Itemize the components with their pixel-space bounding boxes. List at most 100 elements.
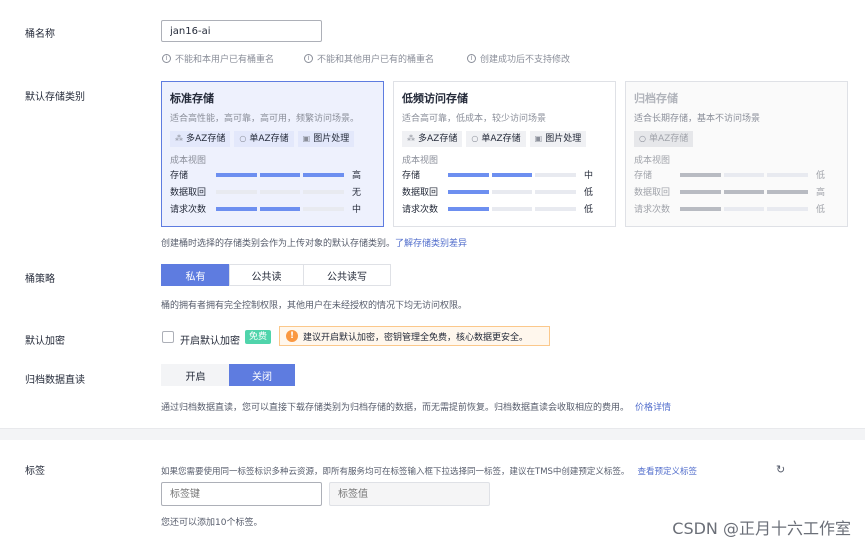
cost-bar-segment — [680, 206, 721, 211]
cost-name: 数据取回 — [634, 188, 671, 198]
cost-bar-segment — [448, 206, 489, 211]
cost-level: 低 — [584, 188, 594, 198]
cost-bar-segment — [680, 189, 721, 194]
cost-name: 请求次数 — [634, 205, 671, 215]
cost-bar-segment — [216, 206, 257, 211]
storage-card-infrequent[interactable]: 低频访问存储 适合高可靠，低成本，较少访问场景 ⁂ 多AZ存储 ○ 单AZ存储 ▣ 图… — [393, 81, 616, 227]
tags-note: 如果您需要使用同一标签标识多种云资源，即所有服务均可在标签输入框下拉选择同一标签… — [161, 467, 697, 477]
storage-class-label: 默认存储类别 — [25, 92, 85, 103]
cost-view-title: 成本视图 — [634, 156, 671, 166]
tag-key-input[interactable] — [161, 482, 322, 506]
cost-level: 低 — [584, 205, 594, 215]
cost-bars — [680, 206, 809, 211]
card-desc: 适合长期存储，基本不访问场景 — [634, 114, 761, 124]
cost-view-title: 成本视图 — [170, 156, 207, 166]
cost-name: 存储 — [170, 171, 189, 181]
cost-bar-segment — [491, 172, 533, 177]
cost-bar-segment — [723, 206, 765, 211]
cost-bar-segment — [535, 172, 577, 177]
tag-image-processing: ▣ 图片处理 — [297, 131, 355, 147]
archive-direct-segmented: 开启 关闭 — [161, 364, 295, 386]
archive-direct-on-button[interactable]: 开启 — [161, 364, 230, 386]
cost-bar-segment — [680, 172, 721, 177]
image-icon: ▣ — [534, 134, 543, 143]
cost-bar-segment — [448, 172, 489, 177]
tag-single-az: ○ 单AZ存储 — [234, 131, 294, 147]
cost-bars — [680, 172, 809, 177]
cost-name: 请求次数 — [402, 205, 439, 215]
multi-az-icon: ⁂ — [175, 134, 183, 143]
archive-direct-label: 归档数据直读 — [25, 375, 85, 386]
refresh-icon[interactable]: ↻ — [776, 463, 785, 476]
card-title: 标准存储 — [170, 92, 214, 105]
archive-direct-note: 通过归档数据直读，您可以直接下载存储类别为归档存储的数据，而无需提前恢复。归档数… — [161, 403, 672, 413]
card-desc: 适合高可靠，低成本，较少访问场景 — [402, 114, 547, 124]
cost-bars — [448, 206, 577, 211]
tag-image-processing: ▣ 图片处理 — [529, 131, 587, 147]
cost-bar-segment — [259, 189, 301, 194]
cost-bars — [448, 189, 577, 194]
policy-label: 桶策略 — [25, 274, 55, 285]
encryption-checkbox[interactable] — [162, 331, 174, 343]
policy-public-read-write-button[interactable]: 公共读写 — [303, 264, 391, 286]
encryption-label: 默认加密 — [25, 336, 65, 347]
cost-bar-segment — [216, 189, 257, 194]
tag-multi-az: ⁂ 多AZ存储 — [402, 131, 463, 147]
cost-row: 存储 中 — [402, 166, 607, 183]
cost-bar-segment — [303, 172, 345, 177]
cost-bar-segment — [303, 206, 345, 211]
cost-row: 数据取回 无 — [170, 183, 375, 200]
cost-level: 中 — [584, 171, 594, 181]
cost-level: 无 — [352, 188, 362, 198]
encryption-checkbox-label[interactable]: 开启默认加密 — [180, 332, 240, 347]
view-predefined-tags-link[interactable]: 查看预定义标签 — [637, 467, 697, 477]
policy-private-button[interactable]: 私有 — [161, 264, 230, 286]
archive-direct-off-button[interactable]: 关闭 — [229, 364, 295, 386]
info-icon: i — [467, 54, 476, 63]
bucket-name-label: 桶名称 — [25, 29, 55, 40]
storage-card-archive: 归档存储 适合长期存储，基本不访问场景 ○ 单AZ存储 成本视图 存储 低数据取回 高… — [625, 81, 848, 227]
policy-public-read-button[interactable]: 公共读 — [229, 264, 304, 286]
price-details-link[interactable]: 价格详情 — [635, 403, 671, 413]
cost-level: 高 — [816, 188, 826, 198]
cost-bars — [448, 172, 577, 177]
cost-bar-segment — [767, 189, 809, 194]
cost-row: 数据取回 低 — [402, 183, 607, 200]
card-desc: 适合高性能，高可靠，高可用，频繁访问场景。 — [170, 114, 360, 124]
bucket-name-hint-3: i 创建成功后不支持修改 — [467, 52, 570, 65]
cost-bar-segment — [491, 189, 533, 194]
encryption-warning: ! 建议开启默认加密，密钥管理全免费，核心数据更安全。 — [279, 326, 550, 346]
tag-multi-az: ⁂ 多AZ存储 — [170, 131, 231, 147]
cost-bar-segment — [767, 206, 809, 211]
free-badge: 免费 — [245, 330, 272, 344]
cost-row: 存储 低 — [634, 166, 839, 183]
single-az-icon: ○ — [471, 134, 479, 143]
info-icon: i — [162, 54, 171, 63]
cost-row: 存储 高 — [170, 166, 375, 183]
cost-bars — [680, 189, 809, 194]
cost-bar-segment — [303, 189, 345, 194]
cost-bar-segment — [723, 172, 765, 177]
cost-view-title: 成本视图 — [402, 156, 439, 166]
storage-class-note: 创建桶时选择的存储类别会作为上传对象的默认存储类别。了解存储类别差异 — [161, 239, 468, 249]
single-az-icon: ○ — [639, 134, 646, 143]
cost-level: 低 — [816, 171, 826, 181]
tag-value-input[interactable] — [329, 482, 490, 506]
cost-bar-segment — [535, 189, 577, 194]
tag-single-az: ○ 单AZ存储 — [634, 131, 694, 147]
image-icon: ▣ — [302, 134, 311, 143]
cost-row: 数据取回 高 — [634, 183, 839, 200]
single-az-icon: ○ — [239, 134, 247, 143]
cost-name: 数据取回 — [170, 188, 207, 198]
cost-bars — [216, 172, 345, 177]
storage-card-standard[interactable]: 标准存储 适合高性能，高可靠，高可用，频繁访问场景。 ⁂ 多AZ存储 ○ 单AZ存储… — [161, 81, 384, 227]
cost-bar-segment — [767, 172, 809, 177]
bucket-name-hint-1: i 不能和本用户已有桶重名 — [162, 52, 274, 65]
bucket-name-input[interactable] — [161, 20, 322, 42]
storage-class-diff-link[interactable]: 了解存储类别差异 — [395, 239, 467, 249]
cost-name: 存储 — [634, 171, 653, 181]
cost-name: 请求次数 — [170, 205, 207, 215]
card-title: 归档存储 — [634, 92, 678, 105]
cost-level: 高 — [352, 171, 362, 181]
tag-single-az: ○ 单AZ存储 — [466, 131, 526, 147]
